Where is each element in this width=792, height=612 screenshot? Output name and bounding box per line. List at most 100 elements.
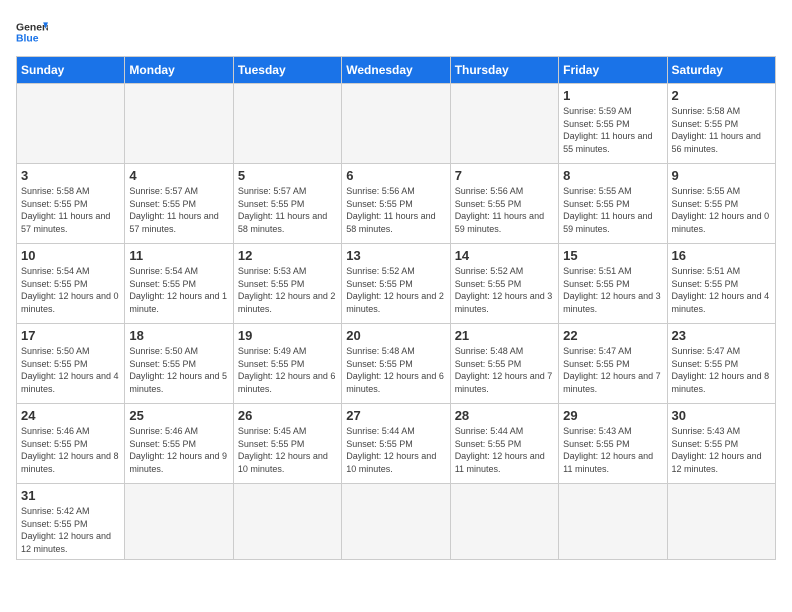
day-number: 17 [21, 328, 120, 343]
calendar-cell: 21 Sunrise: 5:48 AMSunset: 5:55 PMDayligh… [450, 324, 558, 404]
calendar-cell: 16 Sunrise: 5:51 AMSunset: 5:55 PMDayligh… [667, 244, 775, 324]
day-number: 23 [672, 328, 771, 343]
svg-text:General: General [16, 22, 48, 33]
calendar-cell [233, 84, 341, 164]
calendar-cell: 24 Sunrise: 5:46 AMSunset: 5:55 PMDayligh… [17, 404, 125, 484]
day-info: Sunrise: 5:48 AMSunset: 5:55 PMDaylight:… [346, 345, 445, 395]
day-info: Sunrise: 5:46 AMSunset: 5:55 PMDaylight:… [129, 425, 228, 475]
calendar-cell [233, 484, 341, 560]
calendar-cell: 23 Sunrise: 5:47 AMSunset: 5:55 PMDayligh… [667, 324, 775, 404]
calendar-cell: 1 Sunrise: 5:59 AMSunset: 5:55 PMDaylight… [559, 84, 667, 164]
day-info: Sunrise: 5:45 AMSunset: 5:55 PMDaylight:… [238, 425, 337, 475]
day-info: Sunrise: 5:56 AMSunset: 5:55 PMDaylight:… [455, 185, 554, 235]
calendar-cell: 10Sunrise: 5:54 AMSunset: 5:55 PMDayligh… [17, 244, 125, 324]
day-info: Sunrise: 5:47 AMSunset: 5:55 PMDaylight:… [672, 345, 771, 395]
calendar-cell [125, 484, 233, 560]
calendar-cell: 14 Sunrise: 5:52 AMSunset: 5:55 PMDayligh… [450, 244, 558, 324]
day-info: Sunrise: 5:44 AMSunset: 5:55 PMDaylight:… [455, 425, 554, 475]
calendar-cell: 29Sunrise: 5:43 AMSunset: 5:55 PMDayligh… [559, 404, 667, 484]
day-info: Sunrise: 5:51 AMSunset: 5:55 PMDaylight:… [672, 265, 771, 315]
day-number: 1 [563, 88, 662, 103]
calendar-cell: 2Sunrise: 5:58 AMSunset: 5:55 PMDaylight… [667, 84, 775, 164]
day-info: Sunrise: 5:50 AMSunset: 5:55 PMDaylight:… [21, 345, 120, 395]
calendar-week-0: 1 Sunrise: 5:59 AMSunset: 5:55 PMDaylight… [17, 84, 776, 164]
header-thursday: Thursday [450, 57, 558, 84]
day-info: Sunrise: 5:49 AMSunset: 5:55 PMDaylight:… [238, 345, 337, 395]
day-number: 8 [563, 168, 662, 183]
day-number: 20 [346, 328, 445, 343]
day-info: Sunrise: 5:51 AMSunset: 5:55 PMDaylight:… [563, 265, 662, 315]
day-info: Sunrise: 5:42 AMSunset: 5:55 PMDaylight:… [21, 505, 120, 555]
day-number: 4 [129, 168, 228, 183]
calendar-cell: 17 Sunrise: 5:50 AMSunset: 5:55 PMDayligh… [17, 324, 125, 404]
day-info: Sunrise: 5:59 AMSunset: 5:55 PMDaylight:… [563, 105, 662, 155]
header-sunday: Sunday [17, 57, 125, 84]
day-number: 22 [563, 328, 662, 343]
calendar-cell: 31 Sunrise: 5:42 AMSunset: 5:55 PMDayligh… [17, 484, 125, 560]
day-number: 11 [129, 248, 228, 263]
day-info: Sunrise: 5:58 AMSunset: 5:55 PMDaylight:… [21, 185, 120, 235]
calendar-cell: 15Sunrise: 5:51 AMSunset: 5:55 PMDayligh… [559, 244, 667, 324]
calendar-header-row: SundayMondayTuesdayWednesdayThursdayFrid… [17, 57, 776, 84]
day-number: 3 [21, 168, 120, 183]
day-number: 26 [238, 408, 337, 423]
day-info: Sunrise: 5:43 AMSunset: 5:55 PMDaylight:… [672, 425, 771, 475]
day-info: Sunrise: 5:57 AMSunset: 5:55 PMDaylight:… [238, 185, 337, 235]
day-number: 10 [21, 248, 120, 263]
calendar-cell: 27 Sunrise: 5:44 AMSunset: 5:55 PMDayligh… [342, 404, 450, 484]
day-number: 14 [455, 248, 554, 263]
day-info: Sunrise: 5:58 AMSunset: 5:55 PMDaylight:… [672, 105, 771, 155]
calendar-cell: 3 Sunrise: 5:58 AMSunset: 5:55 PMDaylight… [17, 164, 125, 244]
day-info: Sunrise: 5:55 AMSunset: 5:55 PMDaylight:… [563, 185, 662, 235]
logo-icon: General Blue [16, 16, 48, 48]
header-saturday: Saturday [667, 57, 775, 84]
calendar-cell [17, 84, 125, 164]
calendar-cell: 8 Sunrise: 5:55 AMSunset: 5:55 PMDaylight… [559, 164, 667, 244]
day-info: Sunrise: 5:44 AMSunset: 5:55 PMDaylight:… [346, 425, 445, 475]
calendar-cell [667, 484, 775, 560]
day-number: 5 [238, 168, 337, 183]
day-number: 18 [129, 328, 228, 343]
calendar-cell [450, 84, 558, 164]
calendar-cell: 20 Sunrise: 5:48 AMSunset: 5:55 PMDayligh… [342, 324, 450, 404]
calendar-cell [450, 484, 558, 560]
day-number: 24 [21, 408, 120, 423]
day-number: 13 [346, 248, 445, 263]
calendar-cell: 28 Sunrise: 5:44 AMSunset: 5:55 PMDayligh… [450, 404, 558, 484]
day-number: 29 [563, 408, 662, 423]
day-number: 31 [21, 488, 120, 503]
day-number: 19 [238, 328, 337, 343]
day-number: 28 [455, 408, 554, 423]
header-wednesday: Wednesday [342, 57, 450, 84]
day-number: 16 [672, 248, 771, 263]
calendar-table: SundayMondayTuesdayWednesdayThursdayFrid… [16, 56, 776, 560]
day-number: 30 [672, 408, 771, 423]
day-info: Sunrise: 5:56 AMSunset: 5:55 PMDaylight:… [346, 185, 445, 235]
day-info: Sunrise: 5:48 AMSunset: 5:55 PMDaylight:… [455, 345, 554, 395]
calendar-cell [559, 484, 667, 560]
calendar-cell: 26 Sunrise: 5:45 AMSunset: 5:55 PMDayligh… [233, 404, 341, 484]
calendar-cell: 6 Sunrise: 5:56 AMSunset: 5:55 PMDaylight… [342, 164, 450, 244]
calendar-cell: 13Sunrise: 5:52 AMSunset: 5:55 PMDayligh… [342, 244, 450, 324]
calendar-cell: 12Sunrise: 5:53 AMSunset: 5:55 PMDayligh… [233, 244, 341, 324]
day-number: 6 [346, 168, 445, 183]
day-number: 21 [455, 328, 554, 343]
day-info: Sunrise: 5:55 AMSunset: 5:55 PMDaylight:… [672, 185, 771, 235]
calendar-cell: 9 Sunrise: 5:55 AMSunset: 5:55 PMDaylight… [667, 164, 775, 244]
calendar-cell [342, 484, 450, 560]
calendar-cell: 30 Sunrise: 5:43 AMSunset: 5:55 PMDayligh… [667, 404, 775, 484]
calendar-cell: 5 Sunrise: 5:57 AMSunset: 5:55 PMDaylight… [233, 164, 341, 244]
day-info: Sunrise: 5:57 AMSunset: 5:55 PMDaylight:… [129, 185, 228, 235]
day-number: 27 [346, 408, 445, 423]
calendar-cell: 25Sunrise: 5:46 AMSunset: 5:55 PMDayligh… [125, 404, 233, 484]
day-number: 12 [238, 248, 337, 263]
day-info: Sunrise: 5:46 AMSunset: 5:55 PMDaylight:… [21, 425, 120, 475]
calendar-week-2: 10 Sunrise: 5:54 AMSunset: 5:55 PMDayligh… [17, 244, 776, 324]
calendar-cell: 4 Sunrise: 5:57 AMSunset: 5:55 PMDaylight… [125, 164, 233, 244]
day-info: Sunrise: 5:52 AMSunset: 5:55 PMDaylight:… [455, 265, 554, 315]
day-number: 9 [672, 168, 771, 183]
day-info: Sunrise: 5:54 AMSunset: 5:55 PMDaylight:… [129, 265, 228, 315]
calendar-cell: 18Sunrise: 5:50 AMSunset: 5:55 PMDayligh… [125, 324, 233, 404]
header-monday: Monday [125, 57, 233, 84]
header-tuesday: Tuesday [233, 57, 341, 84]
